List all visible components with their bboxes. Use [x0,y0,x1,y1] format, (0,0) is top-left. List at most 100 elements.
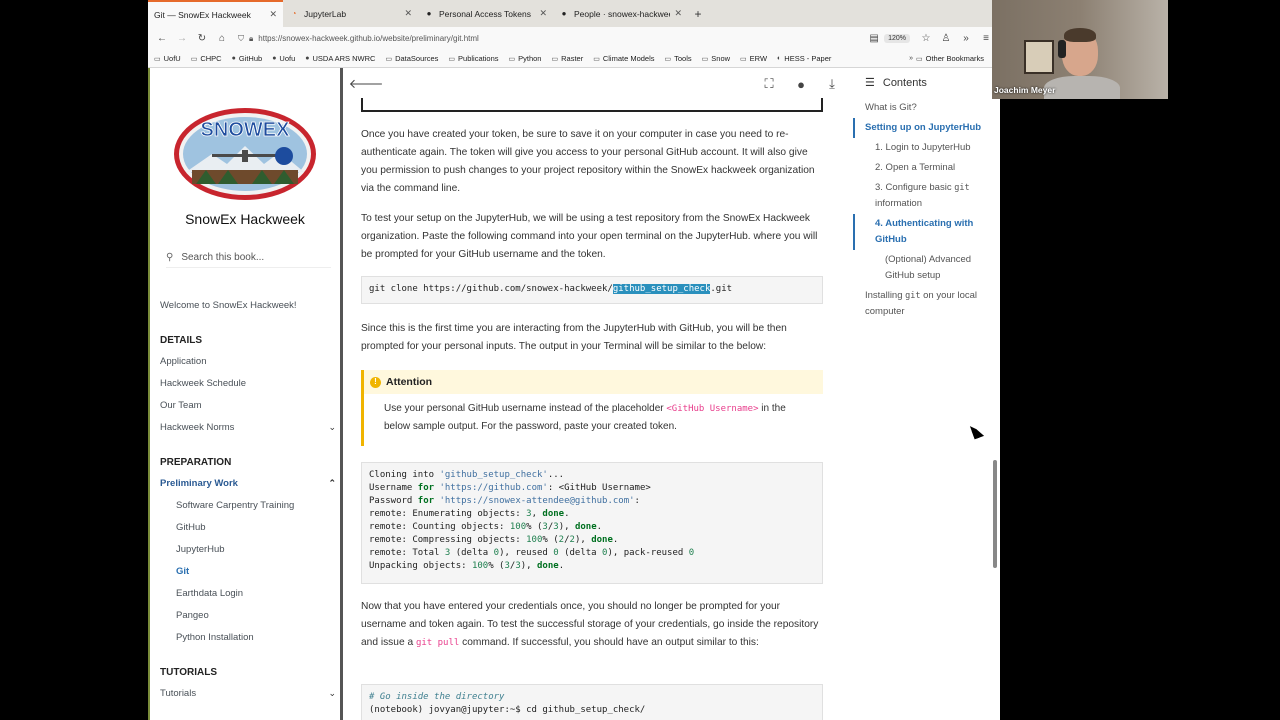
tab-title: JupyterLab [304,8,347,19]
toc-item-active[interactable]: Setting up on JupyterHub [853,118,993,138]
site-title[interactable]: SnowEx Hackweek [150,211,340,227]
code-block-output[interactable]: Cloning into 'github_setup_check'... Use… [361,462,823,584]
bookmark[interactable]: ▭ Publications [448,54,498,63]
folder-icon: ▭ [593,55,600,63]
tab-personal-access-tokens[interactable]: ● Personal Access Tokens ✕ [418,0,553,27]
chevron-down-icon[interactable]: ⌄ [328,422,336,433]
sidebar-item-pangeo[interactable]: Pangeo [160,604,340,626]
bookmark[interactable]: ● Uofu [272,54,295,63]
toc-item[interactable]: What is Git? [853,98,993,118]
github-icon[interactable]: ● [792,75,810,93]
search-input[interactable]: ⚲ Search this book... [166,248,331,268]
bookmark[interactable]: ● USDA ARS NWRC [305,54,375,63]
bookmark-label: ERW [749,54,768,63]
snowex-logo[interactable]: SNOWEX [172,106,318,202]
code-block-cd[interactable]: # Go inside the directory (notebook) jov… [361,684,823,720]
close-icon[interactable]: ✕ [539,8,547,19]
close-icon[interactable]: ✕ [404,8,412,19]
back-icon[interactable]: ← [152,29,172,49]
paragraph: Now that you have entered your credentia… [361,598,823,652]
sidebar-item-tutorials[interactable]: Tutorials ⌄ [160,682,340,704]
folder-icon: ▭ [154,55,161,63]
admonition-title: ! Attention [364,370,823,394]
bookmark[interactable]: ▭ Tools [665,54,692,63]
code-block-clone[interactable]: git clone https://github.com/snowex-hack… [361,276,823,304]
chevron-up-icon[interactable]: ⌃ [328,478,336,489]
tab-people[interactable]: ● People · snowex-hackweek ✕ [553,0,688,27]
sidebar-item-schedule[interactable]: Hackweek Schedule [160,372,340,394]
toc-item[interactable]: Installing git on your local computer [853,286,993,322]
url-bar[interactable]: ⛉ 🔒︎ https://snowex-hackweek.github.io/w… [238,30,858,48]
tab-jupyterlab[interactable]: ◔ JupyterLab ✕ [283,0,418,27]
toc-item[interactable]: 1. Login to JupyterHub [853,138,993,158]
extensions-icon[interactable]: » [956,29,976,49]
sidebar-item-github[interactable]: GitHub [160,516,340,538]
folder-icon: ▭ [740,55,747,63]
sidebar-item-software-carpentry[interactable]: Software Carpentry Training [160,494,340,516]
chevron-down-icon[interactable]: ⌄ [328,688,336,699]
nav-bar: ← → ↻ ⌂ ⛉ 🔒︎ https://snowex-hackweek.git… [148,27,1000,50]
other-bookmarks[interactable]: » ▭ Other Bookmarks [909,54,984,63]
bookmark[interactable]: ▭ Python [509,54,542,63]
tab-bar: Git — SnowEx Hackweek ✕ ◔ JupyterLab ✕ ●… [148,0,1000,27]
zoom-level[interactable]: 120% [884,34,910,43]
new-tab-button[interactable]: + [688,0,708,27]
table-of-contents: ☰ Contents What is Git? Setting up on Jup… [853,68,1000,720]
sidebar-item-label: Our Team [160,399,202,411]
bookmark[interactable]: ● GitHub [232,54,263,63]
bookmark-label: Python [518,54,542,63]
sidebar-item-git[interactable]: Git [160,560,340,582]
reload-icon[interactable]: ↻ [192,29,212,49]
sidebar-item-welcome[interactable]: Welcome to SnowEx Hackweek! [160,294,340,316]
folder-icon: ▭ [508,55,516,63]
admonition-title-text: Attention [386,376,433,388]
folder-icon: ▭ [448,55,456,63]
sidebar-item-team[interactable]: Our Team [160,394,340,416]
bookmark-star-icon[interactable]: ☆ [916,29,936,49]
sidebar-item-earthdata[interactable]: Earthdata Login [160,582,340,604]
home-icon[interactable]: ⌂ [212,29,232,49]
bookmark[interactable]: ◐ HESS - Paper [777,54,831,63]
sidebar-item-norms[interactable]: Hackweek Norms ⌄ [160,416,340,438]
download-icon[interactable]: ⤓ [823,75,841,93]
close-icon[interactable]: ✕ [674,8,682,19]
reader-icon[interactable]: ▤ [864,29,884,49]
sidebar-item-python-installation[interactable]: Python Installation [160,626,340,648]
code-text: (notebook) jovyan@jupyter:~$ cd github_s… [369,705,646,715]
bookmark[interactable]: ▭ UofU [154,54,181,63]
sidebar-item-jupyterhub[interactable]: JupyterHub [160,538,340,560]
sidebar-item-label: GitHub [176,521,206,533]
bookmark-label: Snow [711,54,731,63]
arrow-left-icon[interactable]: 🡐 [349,75,384,93]
bookmark[interactable]: ▭ ERW [740,54,767,63]
fullscreen-icon[interactable]: ⛶ [760,75,778,93]
bookmark-label: UofU [163,54,181,63]
tab-git[interactable]: Git — SnowEx Hackweek ✕ [148,0,283,27]
toc-item[interactable]: 3. Configure basic git information [853,178,993,214]
sidebar-item-label: Python Installation [176,631,254,643]
bookmark-label: Publications [458,54,499,63]
bookmark[interactable]: ▭ Raster [551,54,583,63]
bookmark[interactable]: ▭ DataSources [385,54,438,63]
text: Use your personal GitHub username instea… [384,403,667,414]
sidebar-item-application[interactable]: Application [160,350,340,372]
scrollbar[interactable] [993,460,997,568]
bookmark-label: DataSources [395,54,439,63]
toc-text: information [875,198,922,209]
bookmark[interactable]: ▭ Snow [702,54,730,63]
forward-icon[interactable]: → [172,29,192,49]
paragraph: Once you have created your token, be sur… [361,129,815,194]
account-icon[interactable]: ♙ [936,29,956,49]
sidebar-item-label: Pangeo [176,609,209,621]
picture-frame [1024,40,1054,74]
toc-item-active[interactable]: 4. Authenticating with GitHub [853,214,993,250]
bookmark-label: USDA ARS NWRC [312,54,376,63]
toc-item[interactable]: 2. Open a Terminal [853,158,993,178]
sidebar-item-label: JupyterHub [176,543,225,555]
bookmark[interactable]: ▭ Climate Models [593,54,654,63]
bookmark[interactable]: ▭ CHPC [191,54,222,63]
sidebar-item-preliminary-work[interactable]: Preliminary Work ⌃ [160,472,340,494]
close-icon[interactable]: ✕ [269,9,277,20]
toc-item[interactable]: (Optional) Advanced GitHub setup [853,250,993,286]
sidebar-item-label: Welcome to SnowEx Hackweek! [160,299,297,311]
